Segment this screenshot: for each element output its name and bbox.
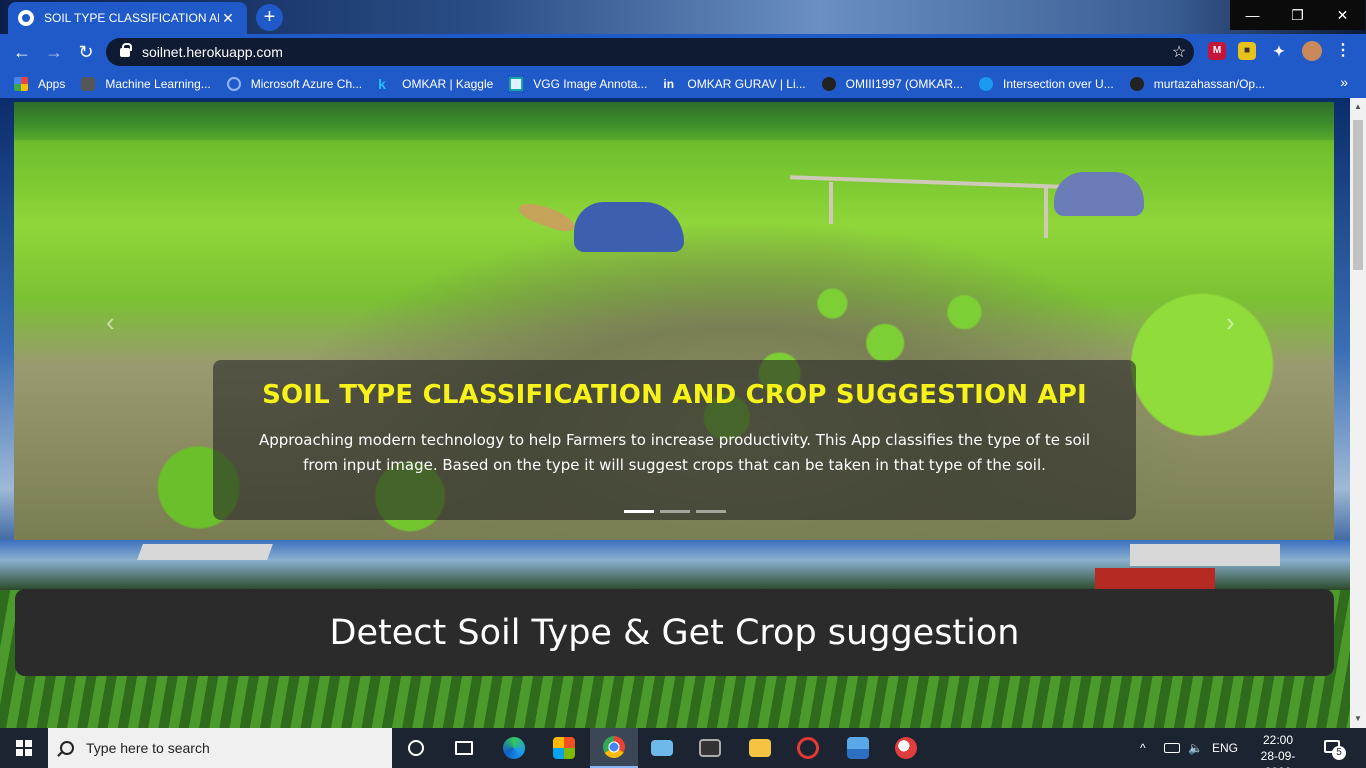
tds-icon bbox=[81, 77, 96, 91]
bookmark-github-murtaza[interactable]: murtazahassan/Op... bbox=[1129, 77, 1265, 91]
bookmarks-overflow-icon[interactable]: » bbox=[1340, 74, 1348, 90]
carousel-frame-leg bbox=[1044, 186, 1048, 238]
taskbar-search-box[interactable]: Type here to search bbox=[48, 728, 392, 768]
carousel-indicator-2[interactable] bbox=[660, 510, 690, 513]
volume-icon[interactable]: 🔈 bbox=[1188, 728, 1203, 768]
notification-center-icon[interactable]: 5 bbox=[1322, 736, 1346, 760]
browser-menu-icon[interactable]: ⋮ bbox=[1334, 42, 1352, 60]
tab-favicon-icon bbox=[18, 10, 34, 26]
detect-section-banner: Detect Soil Type & Get Crop suggestion bbox=[15, 589, 1334, 676]
bookmark-machine-learning[interactable]: Machine Learning... bbox=[81, 77, 211, 91]
extensions-puzzle-icon[interactable]: ✦ bbox=[1270, 42, 1288, 60]
restore-button[interactable]: ❐ bbox=[1275, 0, 1320, 30]
windows-logo-icon bbox=[16, 740, 32, 756]
app-wheel-icon[interactable] bbox=[784, 728, 832, 768]
battery-icon[interactable] bbox=[1164, 728, 1180, 768]
background-barn bbox=[1095, 568, 1215, 590]
bookmark-azure[interactable]: Microsoft Azure Ch... bbox=[226, 77, 362, 91]
bookmark-iou[interactable]: Intersection over U... bbox=[979, 77, 1114, 91]
close-window-button[interactable]: ✕ bbox=[1320, 0, 1365, 30]
forward-button[interactable]: → bbox=[42, 40, 66, 64]
page-viewport: ‹ › SOIL TYPE CLASSIFICATION AND CROP SU… bbox=[0, 98, 1366, 728]
bookmark-github-omiii[interactable]: OMIII1997 (OMKAR... bbox=[821, 77, 963, 91]
terminal-icon[interactable] bbox=[686, 728, 734, 768]
chrome-icon[interactable] bbox=[590, 728, 638, 768]
clock-date: 28-09-2020 bbox=[1260, 749, 1296, 768]
carousel-indicator-3[interactable] bbox=[696, 510, 726, 513]
github-icon bbox=[1129, 77, 1144, 91]
tab-close-icon[interactable]: ✕ bbox=[219, 10, 237, 27]
photos-icon[interactable] bbox=[834, 728, 882, 768]
browser-tab-active[interactable]: SOIL TYPE CLASSIFICATION API ✕ bbox=[8, 2, 247, 34]
address-bar[interactable]: soilnet.herokuapp.com ☆ bbox=[106, 38, 1194, 66]
reload-button[interactable]: ↻ bbox=[74, 40, 98, 64]
carousel-indicators bbox=[624, 510, 726, 513]
detect-heading: Detect Soil Type & Get Crop suggestion bbox=[329, 612, 1020, 653]
bookmark-vgg[interactable]: VGG Image Annota... bbox=[509, 77, 647, 91]
search-placeholder: Type here to search bbox=[86, 740, 210, 756]
carousel-caption: SOIL TYPE CLASSIFICATION AND CROP SUGGES… bbox=[213, 360, 1136, 520]
lock-icon[interactable] bbox=[120, 42, 132, 57]
start-button[interactable] bbox=[0, 728, 48, 768]
tray-chevron-icon[interactable]: ^ bbox=[1140, 728, 1146, 768]
vgg-icon bbox=[509, 77, 524, 91]
bookmark-apps[interactable]: Apps bbox=[14, 77, 65, 91]
notes-extension-icon[interactable]: ■ bbox=[1238, 42, 1256, 60]
azure-icon bbox=[226, 77, 241, 91]
carousel-prev-icon[interactable]: ‹ bbox=[106, 307, 115, 338]
task-view-icon[interactable] bbox=[440, 728, 488, 768]
hero-description: Approaching modern technology to help Fa… bbox=[258, 431, 1091, 474]
pi-icon bbox=[979, 77, 993, 91]
carousel-indicator-1[interactable] bbox=[624, 510, 654, 513]
back-button[interactable]: ← bbox=[10, 40, 34, 64]
background-shed bbox=[137, 544, 273, 560]
url-text[interactable]: soilnet.herokuapp.com bbox=[142, 44, 1164, 60]
new-tab-button[interactable]: + bbox=[256, 4, 283, 31]
github-icon bbox=[821, 77, 836, 91]
kaggle-icon: k bbox=[378, 76, 386, 92]
paint-icon[interactable] bbox=[882, 728, 930, 768]
file-explorer-icon[interactable] bbox=[736, 728, 784, 768]
notification-count-badge: 5 bbox=[1332, 746, 1346, 760]
linkedin-icon: in bbox=[663, 77, 675, 91]
bookmark-linkedin[interactable]: in OMKAR GURAV | Li... bbox=[663, 77, 805, 91]
windows-taskbar: Type here to search ^ 🔈 ENG 22:00 28-09-… bbox=[0, 728, 1366, 768]
edge-icon[interactable] bbox=[490, 728, 538, 768]
tab-title: SOIL TYPE CLASSIFICATION API bbox=[44, 11, 219, 25]
store-icon[interactable] bbox=[540, 728, 588, 768]
scrollbar-thumb[interactable] bbox=[1353, 120, 1363, 270]
page-scrollbar[interactable]: ▲ ▼ bbox=[1350, 98, 1366, 728]
apps-grid-icon bbox=[14, 77, 28, 91]
carousel-farmer-figure bbox=[574, 202, 684, 252]
profile-avatar[interactable] bbox=[1302, 41, 1322, 61]
this-pc-icon[interactable] bbox=[638, 728, 686, 768]
scroll-up-icon[interactable]: ▲ bbox=[1350, 100, 1366, 114]
clock-time: 22:00 bbox=[1262, 733, 1294, 747]
carousel-farmer-figure bbox=[1054, 172, 1144, 216]
language-indicator[interactable]: ENG bbox=[1212, 728, 1238, 768]
carousel-next-icon[interactable]: › bbox=[1226, 307, 1235, 338]
bookmark-star-icon[interactable]: ☆ bbox=[1164, 42, 1194, 62]
mail-extension-icon[interactable]: M bbox=[1208, 42, 1226, 60]
bookmarks-bar: Apps Machine Learning... Microsoft Azure… bbox=[0, 70, 1366, 98]
search-icon bbox=[60, 741, 74, 755]
scroll-down-icon[interactable]: ▼ bbox=[1350, 712, 1366, 726]
browser-titlebar: SOIL TYPE CLASSIFICATION API ✕ + — ❐ ✕ bbox=[0, 0, 1366, 34]
bookmark-kaggle[interactable]: k OMKAR | Kaggle bbox=[378, 77, 493, 91]
carousel-frame-leg bbox=[829, 182, 833, 224]
hero-heading: SOIL TYPE CLASSIFICATION AND CROP SUGGES… bbox=[262, 380, 1087, 410]
minimize-button[interactable]: — bbox=[1230, 0, 1275, 30]
cortana-icon[interactable] bbox=[392, 728, 440, 768]
taskbar-clock[interactable]: 22:00 28-09-2020 bbox=[1250, 732, 1306, 768]
background-barn-roof bbox=[1130, 544, 1280, 566]
